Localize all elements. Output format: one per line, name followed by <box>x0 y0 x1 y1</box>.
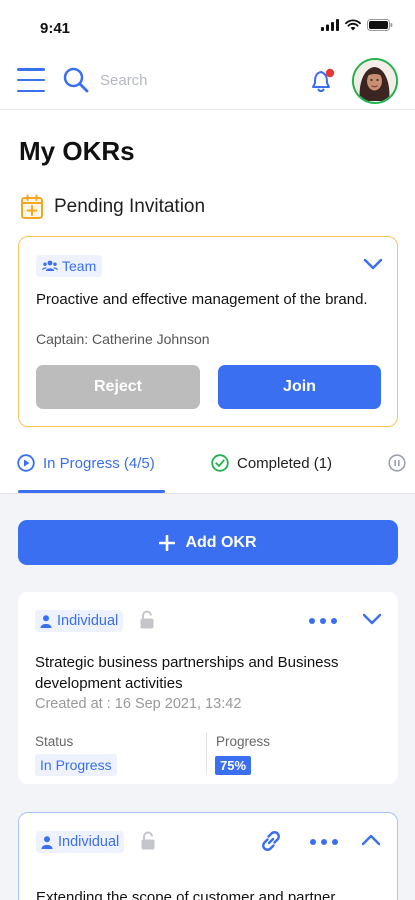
team-badge: Team <box>36 255 103 277</box>
dot <box>332 839 338 845</box>
status-badge: In Progress <box>35 754 117 776</box>
lock-icon <box>140 610 154 629</box>
chevron-down-icon[interactable] <box>363 257 383 271</box>
tab-in-progress-label: In Progress (4/5) <box>43 454 155 472</box>
pending-invitation-title: Pending Invitation <box>54 196 206 217</box>
dot <box>309 618 315 624</box>
divider <box>206 732 207 774</box>
chevron-up-icon[interactable] <box>361 833 381 847</box>
person-icon <box>41 835 53 849</box>
progress-label: Progress <box>216 734 271 749</box>
app-header: Search <box>0 52 415 110</box>
avatar-image <box>354 60 395 101</box>
tab-paused[interactable] <box>388 454 406 472</box>
person-icon <box>40 614 52 628</box>
menu-line <box>17 68 45 71</box>
individual-badge-label: Individual <box>58 834 120 850</box>
individual-badge: Individual <box>35 610 124 632</box>
bell-icon[interactable] <box>308 66 338 96</box>
invitation-card: Team Proactive and effective management … <box>18 236 398 427</box>
tab-in-progress[interactable]: In Progress (4/5) <box>17 454 155 472</box>
team-icon <box>42 260 58 271</box>
battery-icon <box>367 19 393 31</box>
tab-completed-label: Completed (1) <box>237 454 333 472</box>
link-icon[interactable] <box>257 827 285 855</box>
okr-tabs: In Progress (4/5) Completed (1) <box>0 444 415 494</box>
more-options-icon[interactable] <box>309 618 337 624</box>
okr-list: Add OKR Individual Strategic business pa… <box>0 494 415 900</box>
menu-button[interactable] <box>17 68 45 92</box>
reject-button[interactable]: Reject <box>36 365 200 409</box>
status-label: Status <box>35 734 74 749</box>
team-badge-label: Team <box>62 258 97 274</box>
check-circle-icon <box>211 454 229 472</box>
play-circle-icon <box>17 454 35 472</box>
dot <box>310 839 316 845</box>
signal-icon <box>321 19 339 31</box>
pause-circle-icon <box>388 454 406 472</box>
calendar-add-icon <box>21 194 43 219</box>
status-bar: 9:41 <box>0 0 415 52</box>
plus-icon <box>159 534 176 551</box>
wifi-icon <box>345 19 361 31</box>
okr-title: Strategic business partnerships and Busi… <box>35 654 339 692</box>
menu-line <box>17 89 45 92</box>
search-input[interactable]: Search <box>100 72 148 89</box>
join-button[interactable]: Join <box>218 365 381 409</box>
invitation-captain: Captain: Catherine Johnson <box>36 331 210 347</box>
dot <box>320 618 326 624</box>
invitation-title: Proactive and effective management of th… <box>36 291 368 308</box>
chevron-down-icon[interactable] <box>362 612 382 626</box>
okr-title: Extending the scope of customer and part… <box>36 889 336 900</box>
page-title: My OKRs <box>19 136 135 166</box>
lock-icon <box>141 831 155 850</box>
add-okr-button[interactable]: Add OKR <box>18 520 398 565</box>
tab-completed[interactable]: Completed (1) <box>211 454 332 472</box>
okr-card[interactable]: Individual Strategic business partnershi… <box>18 592 398 784</box>
status-time: 9:41 <box>40 20 71 37</box>
pending-invitation-header: Pending Invitation <box>20 194 205 220</box>
main-content: My OKRs Pending Invitation Team Proactiv… <box>0 110 415 900</box>
progress-badge: 75% <box>215 756 252 775</box>
okr-created-date: Created at : 16 Sep 2021, 13:42 <box>35 696 242 712</box>
menu-line <box>17 78 45 82</box>
status-icons <box>321 19 393 31</box>
add-okr-label: Add OKR <box>185 533 257 551</box>
dot <box>331 618 337 624</box>
individual-badge-label: Individual <box>57 613 119 629</box>
dot <box>321 839 327 845</box>
more-options-icon[interactable] <box>310 839 338 845</box>
search-icon[interactable] <box>62 66 90 94</box>
individual-badge: Individual <box>36 831 125 853</box>
active-tab-indicator <box>18 490 165 493</box>
okr-card[interactable]: Individual Extending the scope of custom… <box>18 812 398 900</box>
avatar[interactable] <box>352 58 398 104</box>
